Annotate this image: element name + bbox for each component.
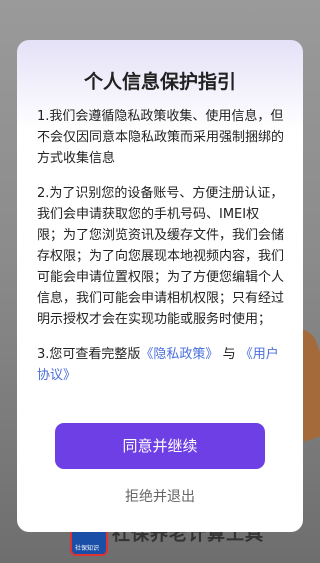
paragraph-1: 1.我们会遵循隐私政策收集、使用信息，但不会仅因同意本隐私政策而采用强制捆绑的方… [37,109,285,166]
privacy-dialog: 个人信息保护指引 1.我们会遵循隐私政策收集、使用信息，但不会仅因同意本隐私政策… [17,40,303,532]
dialog-content: 1.我们会遵循隐私政策收集、使用信息，但不会仅因同意本隐私政策而采用强制捆绑的方… [37,106,285,400]
paragraph-2: 2.为了识别您的设备账号、方便注册认证，我们会申请获取您的手机号码、IMEI权限… [37,186,285,327]
dialog-title: 个人信息保护指引 [83,71,236,93]
paragraph-3-and: 与 [222,347,236,362]
agree-continue-button[interactable]: 同意并继续 [55,423,265,469]
privacy-policy-link[interactable]: 《隐私政策》 [140,347,218,362]
reject-exit-button[interactable]: 拒绝并退出 [17,486,303,506]
paragraph-3: 3.您可查看完整版《隐私政策》 与 《用户协议》 [37,344,285,386]
paragraph-3-prefix: 3.您可查看完整版 [37,347,141,362]
app-logo-text: 社保知识 [74,545,99,552]
